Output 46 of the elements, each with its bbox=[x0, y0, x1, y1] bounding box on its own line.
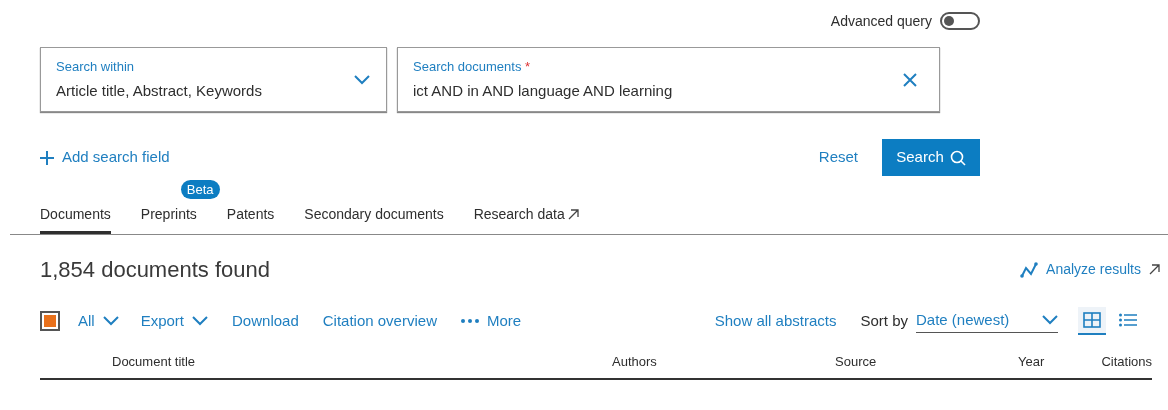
add-search-field-link[interactable]: Add search field bbox=[40, 146, 170, 169]
tab[interactable]: Preprints bbox=[140, 204, 197, 234]
sort-by-label: Sort by bbox=[860, 310, 908, 331]
search-within-value: Article title, Abstract, Keywords bbox=[56, 81, 263, 101]
chevron-down-icon bbox=[1042, 315, 1058, 325]
external-link-icon bbox=[1149, 264, 1160, 275]
plus-icon bbox=[40, 150, 54, 165]
column-header: Authors bbox=[612, 353, 658, 372]
list-icon bbox=[1119, 313, 1137, 327]
more-dots-icon bbox=[460, 319, 479, 323]
more-button[interactable]: More bbox=[460, 309, 522, 333]
export-dropdown[interactable]: Export bbox=[140, 309, 209, 333]
sort-dropdown[interactable]: Date (newest) bbox=[916, 308, 1058, 334]
toolbar-link[interactable]: Download bbox=[232, 309, 299, 333]
grid-view-button[interactable] bbox=[1078, 307, 1106, 335]
reset-link[interactable]: Reset bbox=[818, 146, 858, 169]
grid-icon bbox=[1083, 312, 1101, 328]
tab[interactable]: Patents bbox=[226, 204, 275, 234]
chevron-down-icon bbox=[102, 316, 119, 326]
tab[interactable]: Documents bbox=[40, 204, 111, 234]
search-button[interactable]: Search bbox=[882, 139, 980, 176]
analyze-results-link[interactable]: Analyze results bbox=[1020, 259, 1160, 280]
search-documents-label: Search documents * bbox=[413, 57, 532, 76]
column-header: Year bbox=[1018, 353, 1046, 372]
search-within-label: Search within bbox=[56, 57, 136, 76]
advanced-query-label: Advanced query bbox=[830, 11, 932, 31]
search-icon bbox=[949, 149, 966, 166]
search-within-dropdown[interactable]: Search within Article title, Abstract, Keywords bbox=[40, 47, 387, 112]
select-all-checkbox[interactable] bbox=[40, 311, 60, 331]
beta-badge: Beta bbox=[180, 180, 220, 199]
select-all-dropdown[interactable]: All bbox=[78, 309, 119, 333]
line-chart-icon bbox=[1020, 261, 1039, 278]
column-header: Citations bbox=[1101, 353, 1152, 372]
results-count-heading: 1,854 documents found bbox=[40, 256, 270, 284]
column-header: Source bbox=[835, 353, 878, 372]
close-icon[interactable] bbox=[903, 72, 917, 87]
tab[interactable]: Secondary documents bbox=[304, 204, 444, 234]
search-query-value: ict AND in AND language AND learning bbox=[413, 81, 674, 101]
chevron-down-icon bbox=[192, 316, 209, 326]
column-header: Document title bbox=[112, 353, 197, 372]
toolbar-link[interactable]: Citation overview bbox=[322, 309, 437, 333]
advanced-query-toggle[interactable] bbox=[940, 12, 980, 30]
chevron-down-icon bbox=[354, 74, 370, 85]
show-all-abstracts-link[interactable]: Show all abstracts bbox=[714, 309, 837, 333]
tab[interactable]: Research data bbox=[473, 204, 579, 234]
search-documents-field[interactable]: Search documents * ict AND in AND language AND learning bbox=[397, 47, 940, 112]
